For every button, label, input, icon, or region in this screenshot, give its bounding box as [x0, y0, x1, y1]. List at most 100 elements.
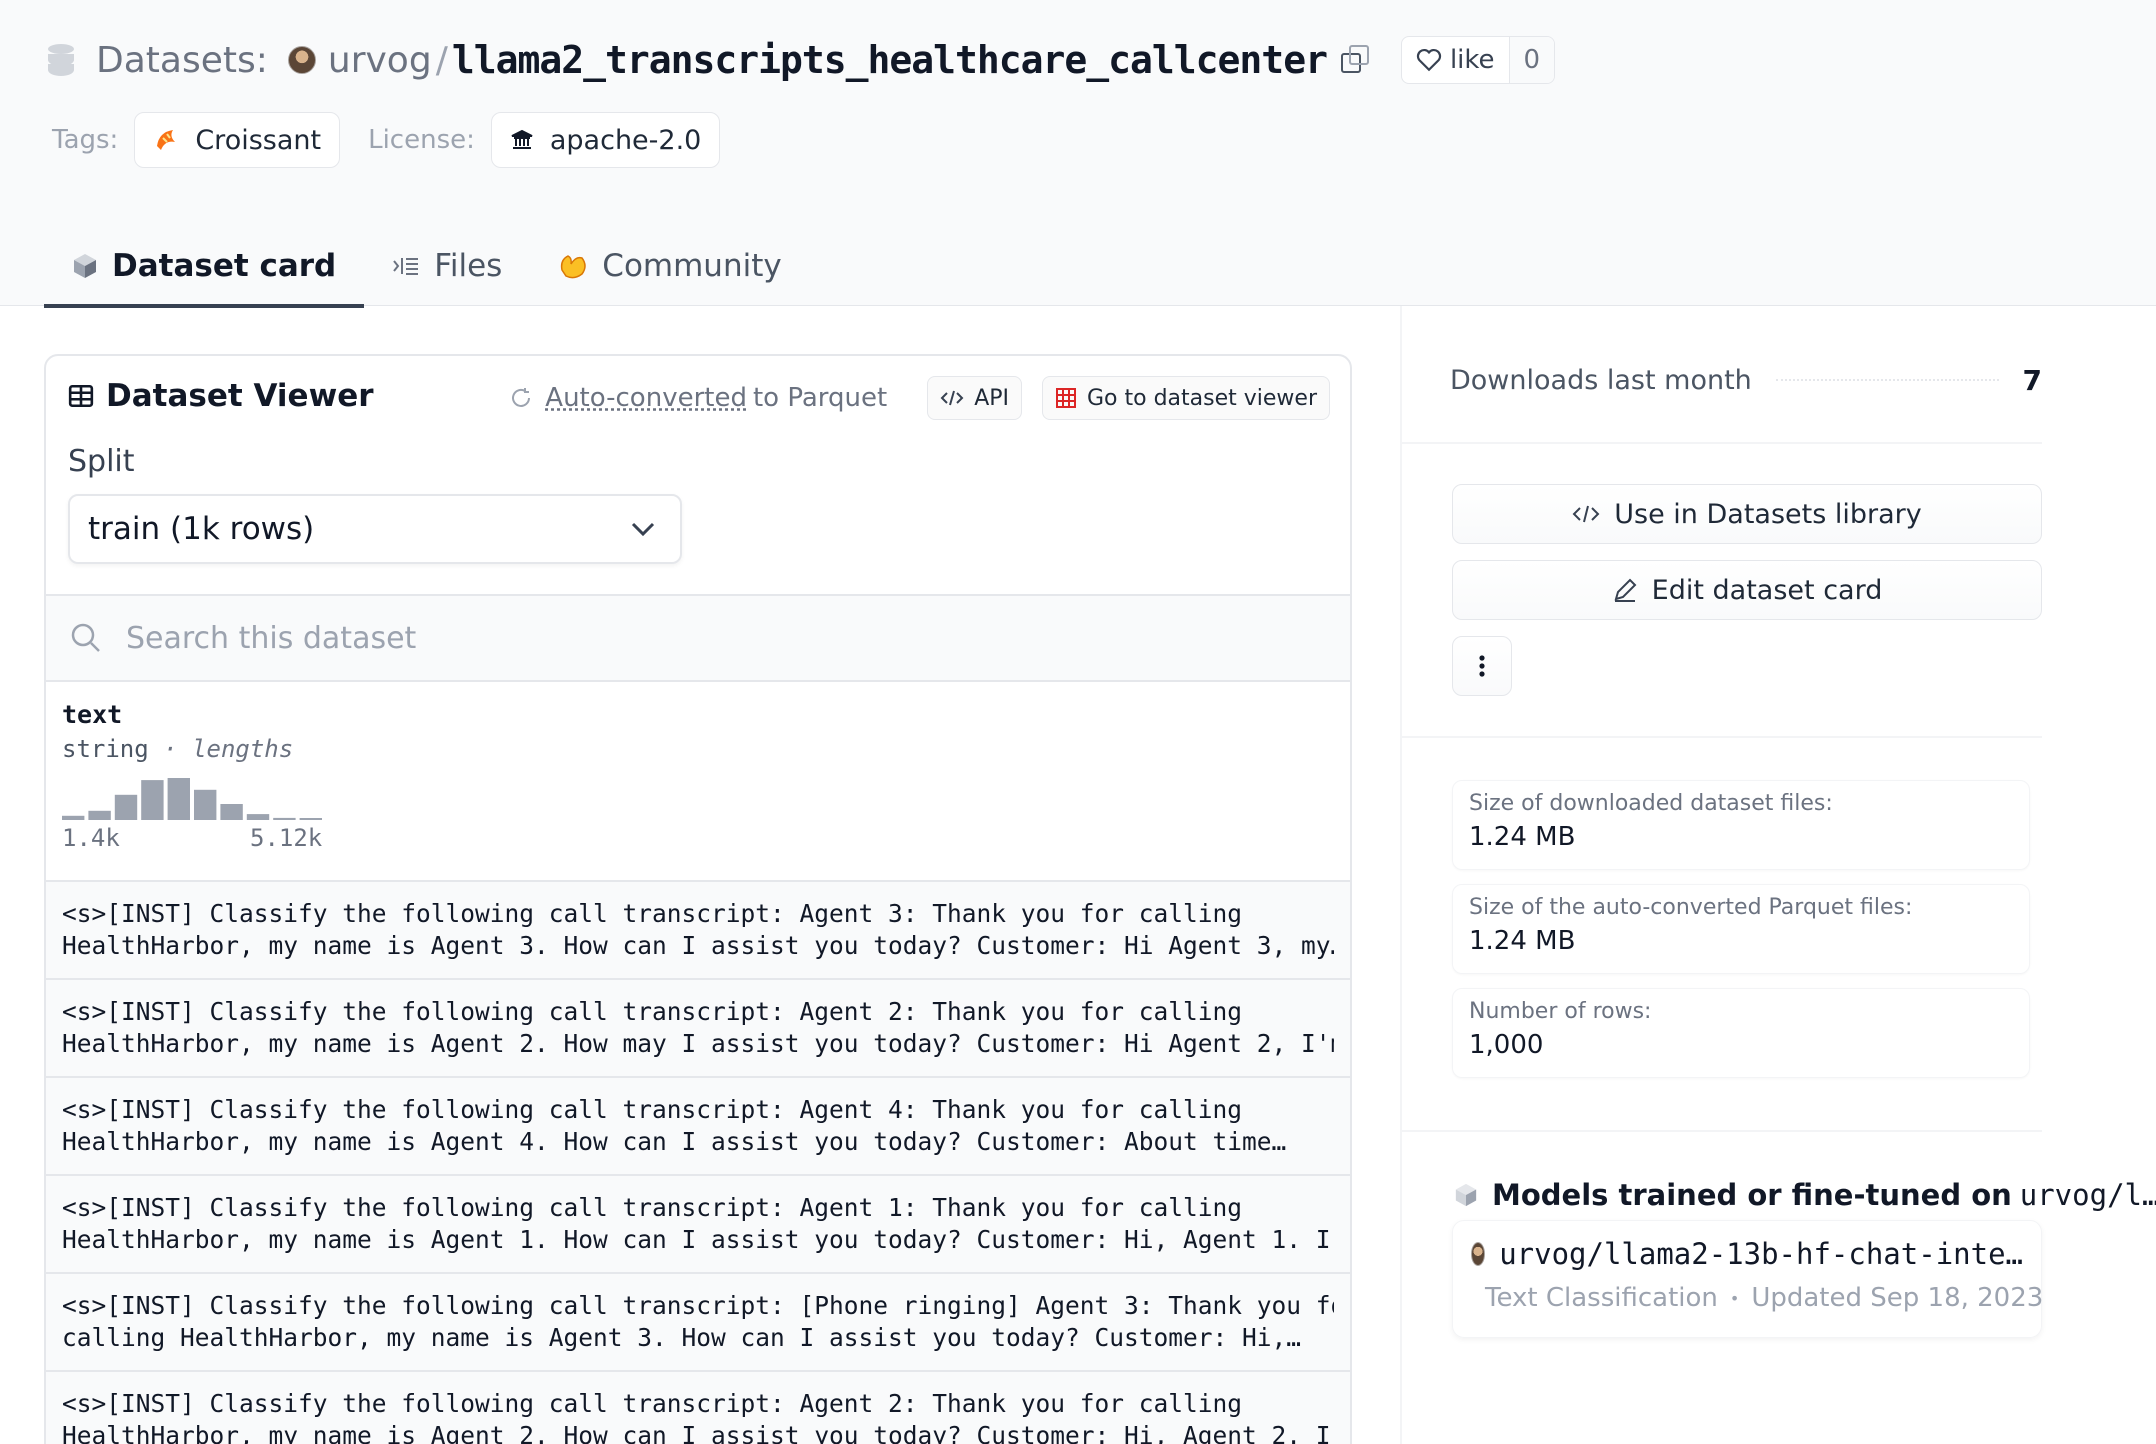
refresh-icon — [512, 388, 531, 407]
hands-icon — [561, 255, 587, 279]
api-button[interactable]: API — [927, 376, 1022, 420]
tab-dataset-card-label: Dataset card — [112, 248, 337, 284]
row-line: <s>[INST] Classify the following call tr… — [62, 1291, 1334, 1320]
code-icon — [940, 390, 964, 406]
table-row[interactable]: <s>[INST] Classify the following call tr… — [46, 980, 1350, 1078]
downloads-dots — [1775, 379, 1999, 381]
tag-license[interactable]: apache-2.0 — [490, 112, 721, 168]
owner-avatar[interactable] — [287, 46, 316, 74]
rows-list: <s>[INST] Classify the following call tr… — [46, 882, 1350, 1444]
divider — [1402, 442, 2042, 444]
stat-value: 1.24 MB — [1469, 822, 1576, 852]
table-row[interactable]: <s>[INST] Classify the following call tr… — [46, 1372, 1350, 1444]
row-line: calling HealthHarbor, my name is Agent 3… — [62, 1323, 1302, 1352]
stat-row-count: Number of rows: 1,000 — [1452, 988, 2030, 1078]
chevron-down-icon — [631, 522, 655, 537]
length-histogram[interactable] — [62, 778, 322, 820]
column-type-value: string — [62, 735, 149, 763]
title-row: Datasets: urvog / llama2_transcripts_hea… — [48, 34, 1556, 86]
more-vertical-icon — [1479, 655, 1485, 677]
use-in-datasets-library-label: Use in Datasets library — [1614, 498, 1922, 530]
row-line: <s>[INST] Classify the following call tr… — [62, 1193, 1243, 1222]
row-line: HealthHarbor, my name is Agent 4. How ca… — [62, 1127, 1287, 1156]
histogram-max-label: 5.12k — [250, 824, 323, 852]
divider — [1402, 736, 2042, 738]
repo-header: Datasets: urvog / llama2_transcripts_hea… — [0, 0, 2156, 308]
tab-files[interactable]: Files — [364, 226, 530, 306]
croissant-icon — [157, 130, 176, 150]
histogram-bar[interactable] — [88, 810, 111, 820]
stat-parquet-size: Size of the auto-converted Parquet files… — [1452, 884, 2030, 974]
table-row[interactable]: <s>[INST] Classify the following call tr… — [46, 1078, 1350, 1176]
histogram-bar[interactable] — [273, 817, 296, 820]
auto-converted-link[interactable]: Auto-converted — [545, 383, 747, 413]
column-header-text[interactable]: text string · lengths 1.4k 5.12k — [46, 682, 1350, 882]
meta-dot: • — [1729, 1288, 1740, 1308]
model-task: Text Classification — [1485, 1283, 1718, 1313]
search-bar — [46, 596, 1350, 682]
path-separator: / — [435, 39, 448, 81]
use-in-datasets-library-button[interactable]: Use in Datasets library — [1452, 484, 2042, 544]
column-type: string · lengths — [62, 735, 1350, 763]
owner-link[interactable]: urvog — [328, 40, 432, 81]
stat-value: 1.24 MB — [1469, 926, 1576, 956]
row-line: HealthHarbor, my name is Agent 1. How ca… — [62, 1225, 1334, 1254]
viewer-actions: Auto-converted to Parquet API Go to data… — [509, 376, 1330, 420]
histogram-bar[interactable] — [62, 815, 85, 820]
cube-icon — [1455, 1183, 1477, 1207]
table-row[interactable]: <s>[INST] Classify the following call tr… — [46, 1176, 1350, 1274]
model-name: urvog/llama2-13b-hf-chat-inte… — [1499, 1237, 2023, 1271]
like-label: like — [1449, 45, 1495, 75]
section-label: Datasets: — [96, 39, 268, 81]
auto-converted-rest: to Parquet — [752, 383, 888, 413]
edit-dataset-card-button[interactable]: Edit dataset card — [1452, 560, 2042, 620]
histogram-bar[interactable] — [246, 814, 270, 820]
tag-croissant-label: Croissant — [195, 124, 322, 156]
models-title-text: Models trained or fine-tuned on — [1492, 1178, 2012, 1212]
go-to-viewer-button[interactable]: Go to dataset viewer — [1042, 376, 1330, 420]
row-line: <s>[INST] Classify the following call tr… — [62, 1389, 1243, 1418]
models-section-title: Models trained or fine-tuned on urvog/l… — [1454, 1178, 2156, 1212]
stat-label: Number of rows: — [1469, 999, 1652, 1024]
license-icon — [511, 129, 533, 149]
repo-name-link[interactable]: llama2_transcripts_healthcare_callcenter — [452, 38, 1328, 82]
table-row[interactable]: <s>[INST] Classify the following call tr… — [46, 1274, 1350, 1372]
histogram-bar[interactable] — [114, 794, 138, 820]
tags-label: Tags: — [52, 125, 119, 155]
heart-icon — [1416, 48, 1442, 72]
cube-icon — [74, 254, 96, 278]
histogram-bar[interactable] — [141, 780, 164, 820]
model-owner-avatar — [1471, 1242, 1486, 1266]
table-icon — [68, 384, 94, 408]
histogram-bar[interactable] — [167, 778, 190, 820]
tag-croissant[interactable]: Croissant — [134, 112, 341, 168]
stat-value: 1,000 — [1469, 1030, 1544, 1060]
histogram-labels: 1.4k 5.12k — [62, 824, 332, 852]
histogram-bar[interactable] — [194, 789, 217, 820]
search-input[interactable] — [126, 620, 1226, 656]
table-row[interactable]: <s>[INST] Classify the following call tr… — [46, 882, 1350, 980]
tags-row: Tags: Croissant License: apache-2.0 — [52, 112, 748, 168]
split-value: train (1k rows) — [88, 511, 315, 547]
auto-converted-note: Auto-converted to Parquet — [509, 383, 887, 413]
column-type-sep: · — [148, 735, 193, 763]
split-select[interactable]: train (1k rows) — [68, 494, 682, 564]
row-line: <s>[INST] Classify the following call tr… — [62, 997, 1243, 1026]
histogram-bar[interactable] — [220, 804, 243, 820]
more-options-button[interactable] — [1452, 636, 1512, 696]
copy-icon[interactable] — [1340, 45, 1371, 75]
go-to-viewer-label: Go to dataset viewer — [1087, 385, 1317, 411]
edit-dataset-card-label: Edit dataset card — [1651, 574, 1883, 606]
database-icon — [48, 44, 74, 76]
like-button[interactable]: like 0 — [1400, 36, 1556, 84]
models-title-repo: urvog/l… — [2019, 1178, 2156, 1212]
downloads-stat: Downloads last month 7 — [1450, 360, 2042, 400]
split-label: Split — [68, 444, 135, 479]
viewer-title: Dataset Viewer — [68, 378, 374, 414]
histogram-bar[interactable] — [299, 818, 322, 820]
row-line: HealthHarbor, my name is Agent 2. How ma… — [62, 1029, 1334, 1058]
tab-community[interactable]: Community — [530, 226, 809, 306]
model-card[interactable]: urvog/llama2-13b-hf-chat-inte… Text Clas… — [1452, 1220, 2043, 1338]
tab-dataset-card[interactable]: Dataset card — [44, 226, 365, 308]
like-count[interactable]: 0 — [1508, 37, 1555, 83]
